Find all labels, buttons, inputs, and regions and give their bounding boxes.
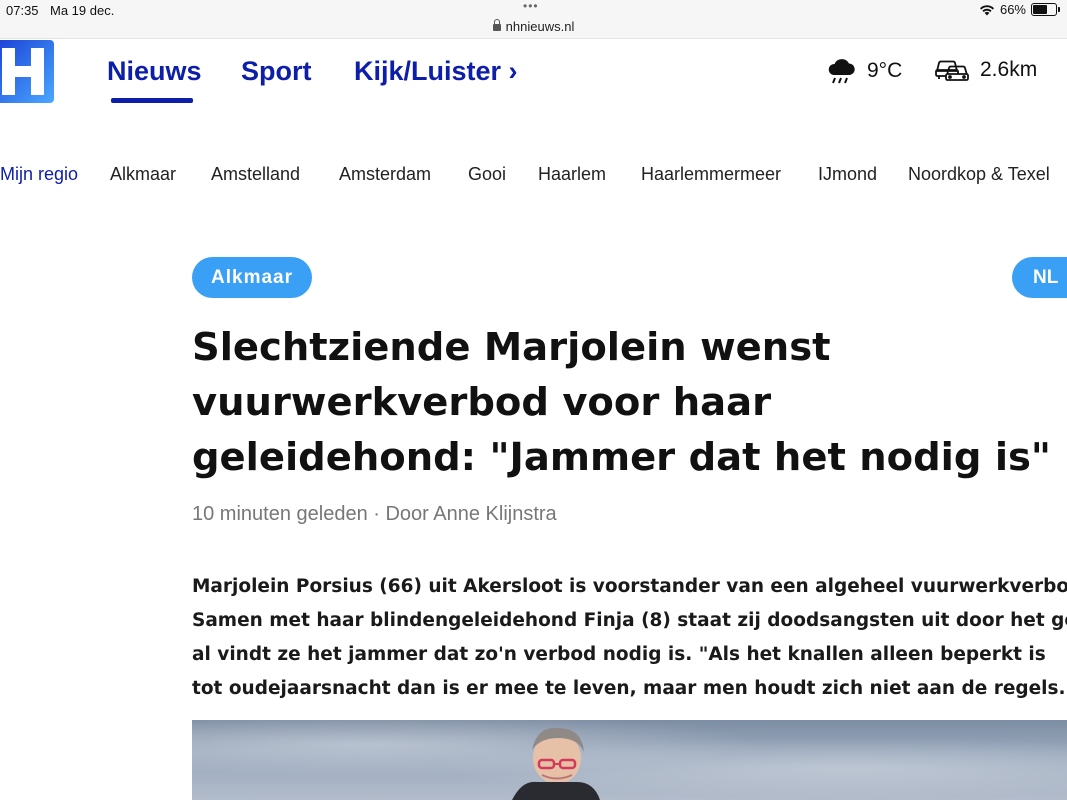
lock-icon [492, 19, 501, 31]
region-gooi[interactable]: Gooi [468, 164, 506, 185]
wifi-icon [979, 4, 994, 15]
weather-widget[interactable]: 9°C [827, 57, 902, 85]
multitask-dots-icon[interactable]: ••• [523, 0, 539, 13]
region-haarlemmermeer[interactable]: Haarlemmermeer [641, 164, 781, 185]
rain-cloud-icon [828, 59, 855, 84]
url-text: nhnieuws.nl [505, 19, 575, 34]
article-lead: Marjolein Porsius (66) uit Akersloot is … [192, 570, 1067, 706]
person-photo-figure [512, 727, 600, 800]
traffic-cars-icon [935, 60, 969, 81]
region-ijmond[interactable]: IJmond [818, 164, 877, 185]
traffic-km: 2.6km [980, 58, 1038, 81]
tag-nl[interactable]: NL [1012, 257, 1067, 298]
lead-line: al vindt ze het jammer dat zo'n verbod n… [192, 644, 1046, 665]
nh-logo-icon[interactable] [0, 40, 54, 103]
region-haarlem[interactable]: Haarlem [538, 164, 606, 185]
article-headline: Slechtziende Marjolein wenst vuurwerkver… [192, 325, 1051, 480]
nav-nieuws[interactable]: Nieuws [107, 56, 202, 87]
weather-temp: 9°C [867, 59, 903, 82]
status-indicators: 66% [979, 2, 1060, 17]
battery-percent: 66% [999, 2, 1026, 17]
active-nav-indicator [111, 98, 193, 103]
region-noordkop-texel[interactable]: Noordkop & Texel [908, 164, 1050, 185]
address-bar[interactable]: nhnieuws.nl [0, 19, 1067, 34]
lead-line: Marjolein Porsius (66) uit Akersloot is … [192, 576, 1067, 597]
region-amstelland[interactable]: Amstelland [211, 164, 300, 185]
nav-sport[interactable]: Sport [241, 56, 312, 87]
battery-icon [1031, 3, 1060, 16]
status-date: Ma 19 dec. [50, 3, 115, 18]
lead-line: tot oudejaarsnacht dan is er mee te leve… [192, 678, 1067, 699]
article-meta: 10 minuten geleden · Door Anne Klijnstra [192, 503, 557, 525]
nav-kijk-luister[interactable]: Kijk/Luister › [354, 56, 518, 87]
traffic-widget[interactable]: 2.6km [934, 57, 1037, 83]
article-photo[interactable] [192, 720, 1067, 800]
region-mijn-regio[interactable]: Mijn regio [0, 164, 78, 185]
status-time: 07:35 [6, 3, 39, 18]
status-bar: 07:35 Ma 19 dec. ••• nhnieuws.nl 66% [0, 0, 1067, 39]
region-alkmaar[interactable]: Alkmaar [110, 164, 176, 185]
region-amsterdam[interactable]: Amsterdam [339, 164, 431, 185]
category-tag[interactable]: Alkmaar [192, 257, 312, 298]
lead-line: Samen met haar blindengeleidehond Finja … [192, 610, 1067, 631]
